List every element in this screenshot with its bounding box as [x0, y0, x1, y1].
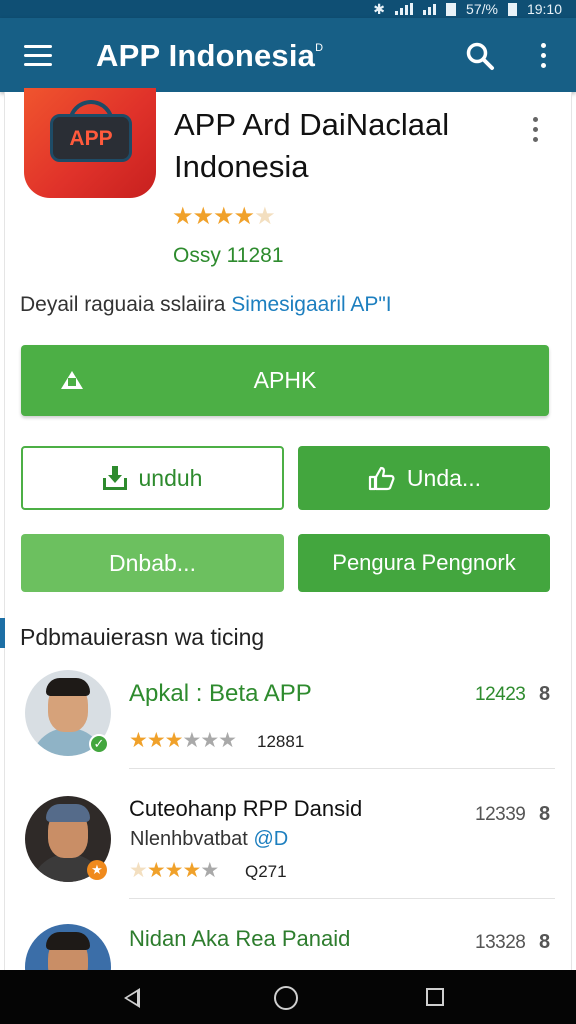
back-icon[interactable] [124, 988, 140, 1008]
app-bar-title: APP IndonesiaD [96, 38, 323, 74]
app-bar-title-text: APP Indonesia [96, 38, 316, 73]
logo-plate: APP [50, 114, 132, 162]
overflow-menu-icon[interactable] [534, 40, 554, 72]
star-empty-icon: ★ [200, 859, 219, 882]
list-item-rating: 12881 [257, 732, 305, 751]
app-name: APP Ard DaiNaclaal Indonesia [174, 107, 450, 184]
app-bar: APP IndonesiaD [0, 18, 576, 92]
divider [129, 898, 555, 899]
logo-text: APP [69, 127, 113, 150]
description-suffix: AP"I [350, 293, 392, 316]
list-item-title: Nidan Aka Rea Panaid [129, 926, 351, 951]
navigation-bar [0, 970, 576, 1024]
clock: 19:10 [526, 1, 562, 17]
battery-icon [446, 2, 457, 16]
star-icon: ★ [213, 203, 234, 230]
list-item-subtitle-accent: @D [253, 828, 289, 850]
list-item[interactable]: ✓ Apkal : Beta APP ★ ★ ★ ★ ★ ★ 12881 124… [5, 660, 565, 788]
secondary-button-label: Unda... [406, 464, 482, 491]
home-icon[interactable] [274, 986, 298, 1010]
signal-icon [395, 3, 414, 15]
list-item-menu[interactable]: 8 [539, 803, 550, 826]
thumbs-up-icon [368, 466, 395, 491]
battery-percent: 57/% [466, 1, 498, 17]
app-meta: Ossy 11281 [173, 244, 284, 267]
verified-check-icon: ✓ [89, 734, 109, 754]
star-empty-icon: ★ [218, 729, 237, 752]
star-icon: ★ [172, 203, 193, 230]
app-logo-icon: APP [24, 88, 156, 198]
app-rating-stars: ★ ★ ★ ★ ★ [172, 202, 276, 231]
list-item-count: 12339 [475, 804, 526, 825]
star-icon: ★ [233, 203, 255, 230]
tertiary-button[interactable]: Dnbab... [21, 534, 284, 592]
description-link[interactable]: Simesigaaril [231, 293, 345, 316]
section-marker [0, 618, 5, 648]
warning-triangle-icon [61, 371, 83, 389]
secondary-button[interactable]: Unda... [298, 446, 550, 510]
quaternary-button[interactable]: Pengura Pengnork [298, 534, 550, 592]
sim-icon [507, 2, 517, 16]
wifi-icon [423, 3, 437, 15]
list-item-count: 13328 [475, 932, 526, 953]
recent-apps-icon[interactable] [426, 988, 444, 1006]
star-badge-icon: ★ [87, 860, 107, 880]
download-button[interactable]: unduh [21, 446, 284, 510]
app-description: Deyail raguaia sslaiira Simesigaaril AP"… [20, 293, 392, 317]
list-item-count: 12423 [475, 684, 526, 705]
star-icon: ★ [146, 729, 166, 752]
star-icon: ★ [192, 203, 214, 230]
quaternary-button-label: Pengura Pengnork [332, 550, 516, 575]
star-empty-icon: ★ [200, 729, 219, 752]
hamburger-menu-icon[interactable] [24, 43, 54, 67]
list-item-rating: Q271 [245, 862, 287, 881]
section-title: Pdbmauierasn wa ticing [20, 624, 265, 650]
app-screen: ✱ 57/% 19:10 APP IndonesiaD APP APP Ard … [0, 0, 576, 1024]
list-item-title: Apkal : Beta APP [129, 680, 312, 707]
star-icon: ★ [164, 859, 184, 882]
list-item-subtitle-text: Nlenhbvatbat [130, 828, 248, 850]
star-empty-icon: ★ [182, 729, 201, 752]
list-item-menu[interactable]: 8 [539, 683, 550, 706]
star-half-icon: ★ [254, 203, 275, 230]
list-item[interactable]: Nidan Aka Rea Panaid 13328 8 [5, 916, 565, 970]
star-icon: ★ [129, 729, 148, 752]
description-text: Deyail raguaia sslaiira [20, 293, 226, 316]
primary-install-button[interactable]: APHK [21, 345, 549, 416]
list-item-stars: ★ ★ ★ ★ ★ [129, 858, 219, 883]
divider [129, 768, 555, 769]
star-icon: ★ [129, 859, 148, 882]
download-icon [102, 466, 127, 490]
tertiary-button-label: Dnbab... [109, 549, 196, 576]
star-icon: ★ [146, 859, 166, 882]
app-more-options-icon[interactable] [526, 114, 546, 146]
list-item-stars: ★ ★ ★ ★ ★ ★ [129, 728, 237, 753]
bluetooth-icon: ✱ [373, 0, 386, 17]
primary-button-label: APHK [253, 367, 317, 393]
app-bar-title-superscript: D [315, 42, 324, 54]
star-icon: ★ [164, 729, 184, 752]
list-item[interactable]: ★ Cuteohanp RPP Dansid Nlenhbvatbat @D ★… [5, 788, 565, 916]
list-item-subtitle: Nlenhbvatbat @D [130, 828, 288, 851]
avatar [25, 924, 111, 970]
star-icon: ★ [182, 859, 201, 882]
status-bar: ✱ 57/% 19:10 [0, 0, 576, 18]
download-button-label: unduh [138, 464, 203, 491]
list-item-menu[interactable]: 8 [539, 931, 550, 954]
list-item-title: Cuteohanp RPP Dansid [129, 796, 363, 821]
search-icon[interactable] [464, 40, 496, 72]
